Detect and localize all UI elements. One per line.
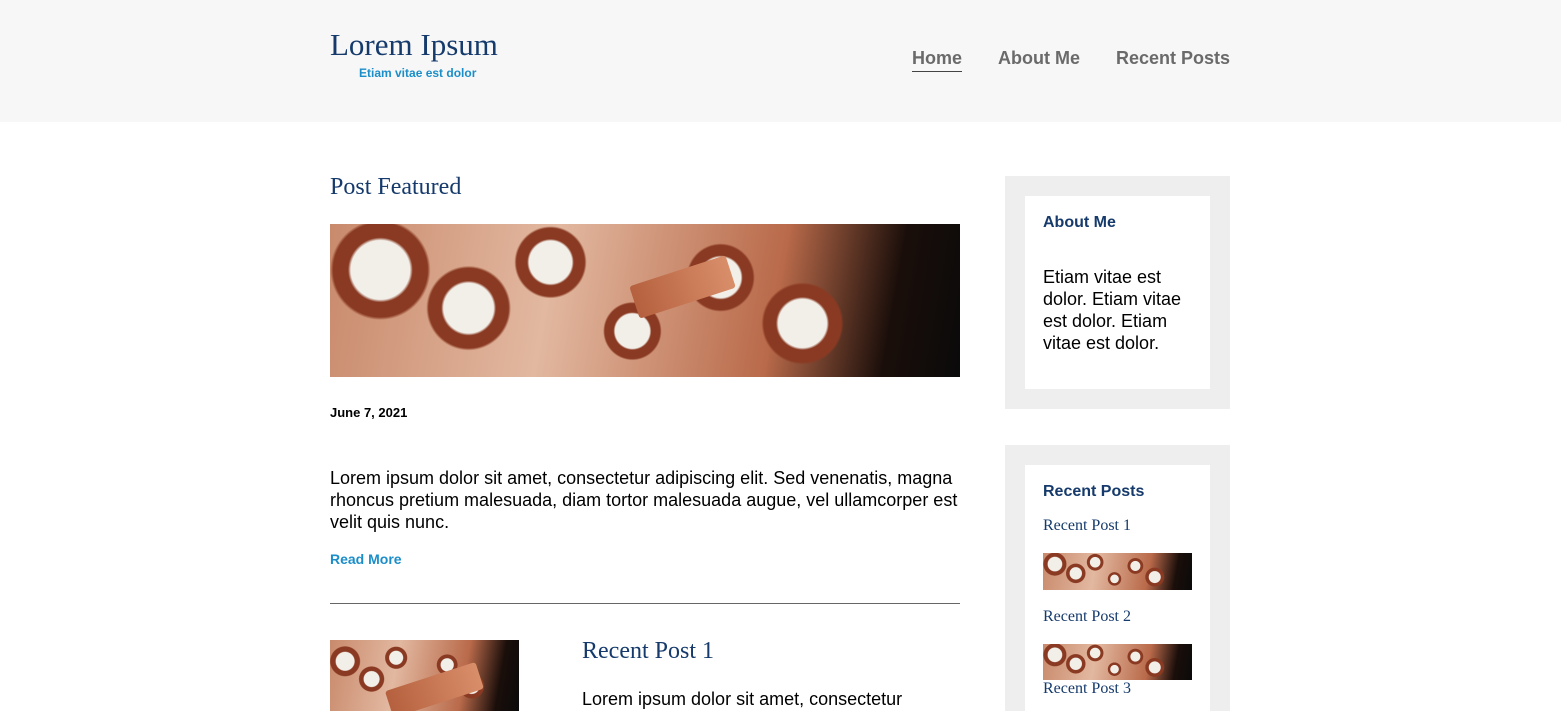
site-header: Lorem Ipsum Etiam vitae est dolor Home A… [0,0,1561,122]
about-text: Etiam vitae est dolor. Etiam vitae est d… [1043,267,1182,353]
sidebar-recent-post-1[interactable]: Recent Post 1 [1043,517,1131,535]
featured-image[interactable] [330,224,960,377]
recent-post-thumbnail[interactable] [330,640,519,711]
sidebar-thumbnail-2[interactable] [1043,644,1192,680]
divider [330,603,960,604]
sidebar-recent-post-2[interactable]: Recent Post 2 [1043,608,1131,626]
post-excerpt: Lorem ipsum dolor sit amet, consectetur … [330,468,958,532]
about-widget: About Me Etiam vitae est dolor. Etiam vi… [1005,176,1230,409]
nav-about-me[interactable]: About Me [998,47,1080,69]
read-more-link[interactable]: Read More [330,551,402,567]
about-widget-card: About Me Etiam vitae est dolor. Etiam vi… [1025,196,1210,389]
recent-post-title[interactable]: Recent Post 1 [582,638,714,665]
featured-section-title: Post Featured [330,174,462,200]
recent-posts-heading: Recent Posts [1043,483,1145,500]
nav-home[interactable]: Home [912,47,963,72]
post-date: June 7, 2021 [330,405,408,420]
about-heading: About Me [1043,214,1116,231]
main-nav: Home About Me Recent Posts [0,47,1561,77]
recent-post-excerpt: Lorem ipsum dolor sit amet, consectetur [582,689,903,709]
recent-posts-widget: Recent Posts Recent Post 1 Recent Post 2… [1005,445,1230,711]
nav-recent-posts[interactable]: Recent Posts [1116,47,1230,69]
sidebar-thumbnail-1[interactable] [1043,553,1192,590]
recent-posts-card: Recent Posts Recent Post 1 Recent Post 2… [1025,465,1210,711]
sidebar-recent-post-3[interactable]: Recent Post 3 [1043,680,1131,698]
